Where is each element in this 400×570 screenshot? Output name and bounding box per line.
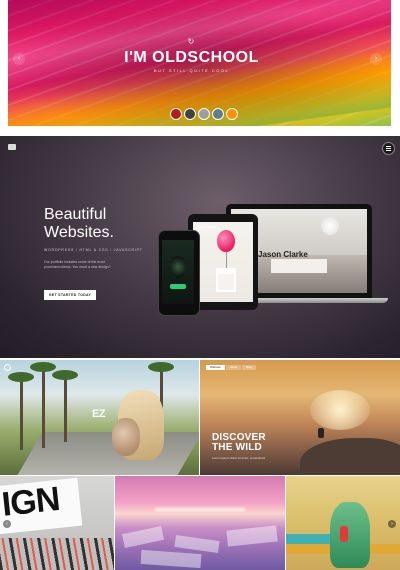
ice-shard	[226, 525, 278, 547]
wild-title-line: THE WILD	[212, 442, 262, 453]
chair	[216, 268, 236, 292]
phone-image	[170, 256, 186, 278]
slide-thumb[interactable]	[198, 108, 210, 120]
chevron-right-icon[interactable]: ›	[388, 520, 396, 528]
chevron-left-icon[interactable]: ‹	[13, 53, 25, 65]
chevron-right-icon[interactable]: ›	[370, 53, 382, 65]
hero-heading-line: Websites.	[44, 224, 114, 241]
pencils	[0, 538, 114, 570]
art-photo	[286, 476, 400, 570]
character	[330, 502, 370, 568]
lamp	[321, 217, 339, 235]
teal-stripe	[286, 534, 334, 544]
palm-frond	[30, 362, 56, 372]
tab-blog[interactable]: Blog	[242, 365, 257, 370]
tab-website[interactable]: Website	[206, 365, 225, 370]
slide-title: I'M OLDSCHOOL	[124, 49, 259, 66]
tab-ideas[interactable]: Ideas	[225, 365, 242, 370]
palm-frond	[8, 372, 34, 382]
hero-tags: WORDPRESS / HTML & CSS / JAVASCRIPT	[44, 248, 143, 252]
ice-shard	[121, 525, 165, 549]
character-tongue	[340, 526, 348, 542]
hero-description: Our portfolio includes some of the most …	[44, 260, 111, 269]
get-started-button[interactable]: GET STARTED TODAY	[44, 290, 96, 300]
wild-title: DISCOVER THE WILD	[212, 433, 266, 453]
balloon-string	[226, 252, 227, 268]
menu-icon[interactable]	[382, 142, 395, 155]
phone-button	[170, 284, 186, 289]
palm-trunk	[20, 380, 23, 450]
design-text: IGN	[0, 479, 62, 524]
ice-shard	[140, 549, 202, 569]
brand-logo: EZ	[92, 408, 106, 420]
refresh-icon: ↻	[187, 37, 195, 46]
sun	[310, 390, 370, 430]
slide-thumb[interactable]	[226, 108, 238, 120]
person	[318, 428, 324, 438]
hero-section: Beautiful Websites. WORDPRESS / HTML & C…	[0, 136, 400, 358]
slide-thumb[interactable]	[170, 108, 182, 120]
ice-photo	[115, 476, 285, 570]
sunset-line	[155, 508, 245, 511]
wild-subtitle: Lorem ipsum dolor sit amet, consectetur	[212, 456, 266, 460]
hero-heading-line: Beautiful	[44, 206, 107, 223]
slide-thumbnails	[170, 108, 238, 120]
badge-icon	[4, 364, 11, 371]
desk	[271, 259, 327, 273]
laptop-site-name: Jason Clarke	[258, 250, 308, 259]
palm-trunk	[42, 368, 45, 448]
logo-icon[interactable]	[8, 144, 16, 150]
palm-trunk	[64, 378, 67, 442]
slide-thumb[interactable]	[184, 108, 196, 120]
tablet-screen	[193, 222, 253, 302]
slide-thumb[interactable]	[212, 108, 224, 120]
palm-frond	[52, 370, 78, 380]
palm-frond	[148, 362, 174, 372]
phone-screen	[162, 240, 194, 304]
chevron-left-icon[interactable]: ‹	[3, 520, 11, 528]
hero-heading: Beautiful Websites.	[44, 206, 114, 242]
slide-subtitle: BUT STILL QUITE COOL	[153, 68, 230, 73]
hill	[300, 438, 400, 475]
balloon	[217, 230, 235, 252]
ice-shard	[174, 534, 220, 554]
tablet-brand: Sweet Dark	[197, 225, 216, 229]
hand	[112, 418, 140, 456]
wild-tabs: Website Ideas Blog	[206, 365, 257, 370]
